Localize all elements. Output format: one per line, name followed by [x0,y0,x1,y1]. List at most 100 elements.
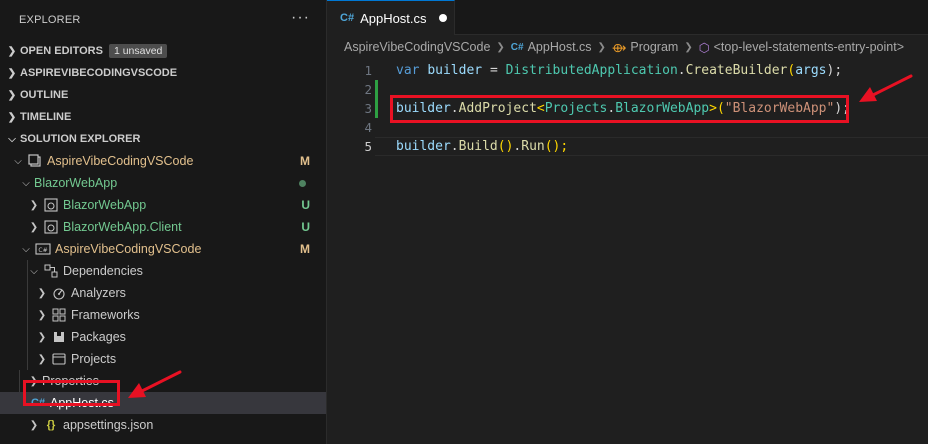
tree-item-frameworks[interactable]: ❯ Frameworks [0,304,326,326]
section-label: TIMELINE [20,111,72,123]
code-line[interactable]: 2 [327,80,928,99]
status-modified: M [300,154,310,168]
csharp-file-icon: C# [510,41,524,53]
tree-item-project-apphost[interactable]: ⌵ C# AspireVibeCodingVSCode M [0,238,326,260]
tree-item-apphost-cs[interactable]: C# AppHost.cs [0,392,326,414]
class-icon: ⟴ [611,40,627,55]
section-label: OPEN EDITORS [20,45,103,57]
line-number: 3 [364,101,372,116]
tree-item-appsettings-json[interactable]: ❯ {} appsettings.json [0,414,326,436]
chevron-right-icon: ❯ [7,45,17,57]
breadcrumb-item[interactable]: AppHost.cs [528,40,592,54]
chevron-right-icon: ❯ [7,111,17,123]
unsaved-dot-icon[interactable] [438,14,447,22]
tree-item-label: AspireVibeCodingVSCode [55,242,202,256]
code-token: AddProject [458,101,537,116]
code-token: . [450,101,459,116]
tree-item-label: BlazorWebApp [34,176,118,190]
tree-item-label: appsettings.json [63,418,154,432]
json-icon: {} [46,419,56,431]
svg-text:C#: C# [38,247,47,254]
tree-item-projects[interactable]: ❯ Projects [0,348,326,370]
code-token: > [709,101,717,116]
tree-item-label: Properties [42,374,99,388]
chevron-right-icon: ❯ [37,287,47,299]
tree-item-label: Projects [71,352,117,366]
more-actions-icon[interactable]: ··· [291,9,310,27]
code-line[interactable]: 4 [327,118,928,137]
section-workspace[interactable]: ❯ ASPIREVIBECODINGVSCODE [0,62,326,84]
code-token: "BlazorWebApp" [724,101,835,116]
code-line[interactable]: 1 var builder = DistributedApplication. C… [327,61,928,80]
chevron-right-icon: ❯ [37,353,47,365]
chevron-down-icon: ⌵ [30,265,38,277]
git-added-marker [375,80,378,99]
tree-item-label: AppHost.cs [50,396,114,410]
git-added-marker [375,99,378,118]
web-project-icon [42,198,60,212]
code-token: . [607,101,616,116]
chevron-right-icon: ❯ [29,221,39,233]
status-untracked: U [301,198,310,212]
chevron-right-icon: ❯ [29,419,39,431]
code-line-current[interactable]: 5 builder. Build(). Run (); [327,137,928,156]
explorer-title: EXPLORER [0,0,326,40]
projects-icon [50,352,68,366]
status-modified: M [300,242,310,256]
tree-item-analyzers[interactable]: ❯ Analyzers [0,282,326,304]
code-token: . [677,63,686,78]
method-icon: ⬡ [698,40,710,55]
tree-item-project-blazorwebapp[interactable]: ❯ BlazorWebApp U [0,194,326,216]
chevron-right-icon: ❯ [37,309,47,321]
breadcrumb-item[interactable]: <top-level-statements-entry-point> [714,40,904,54]
code-line[interactable]: 3 builder. AddProject < Projects. BlazorWebA… [327,99,928,118]
chevron-right-icon: ❯ [29,199,39,211]
section-open-editors[interactable]: ❯ OPEN EDITORS 1 unsaved [0,40,326,62]
status-dot-icon [299,176,306,190]
tree-item-label: Analyzers [71,286,126,300]
code-token: < [536,101,545,116]
section-timeline[interactable]: ❯ TIMELINE [0,106,326,128]
tree-item-dependencies[interactable]: ⌵ Dependencies [0,260,326,282]
code-token: BlazorWebApp [615,101,710,116]
code-token: = [489,63,498,78]
tree-item-label: Packages [71,330,126,344]
tree-item-label: AspireVibeCodingVSCode [47,154,194,168]
tree-item-properties[interactable]: ❯ Properties [0,370,326,392]
tab-apphost-cs[interactable]: C# AppHost.cs [327,0,455,35]
breadcrumb: AspireVibeCodingVSCode ❯ C# AppHost.cs ❯… [327,35,928,59]
current-line-highlight [375,137,928,156]
code-token: ( [716,101,725,116]
breadcrumb-item[interactable]: AspireVibeCodingVSCode [344,40,490,54]
csharp-project-icon: C# [34,242,52,256]
status-untracked: U [301,220,310,234]
tree-item-packages[interactable]: ❯ Packages [0,326,326,348]
tab-bar: C# AppHost.cs [327,0,928,35]
tree-item-solution[interactable]: ⌵ AspireVibeCodingVSCode M [0,150,326,172]
editor-area: C# AppHost.cs AspireVibeCodingVSCode ❯ C… [327,0,928,444]
tree-item-project-blazorwebapp-client[interactable]: ❯ BlazorWebApp.Client U [0,216,326,238]
unsaved-badge: 1 unsaved [108,44,168,58]
section-solution-explorer[interactable]: ⌵ SOLUTION EXPLORER [0,128,326,150]
tree-item-folder-blazorwebapp[interactable]: ⌵ BlazorWebApp [0,172,326,194]
code-token: ( [787,63,796,78]
section-outline[interactable]: ❯ OUTLINE [0,84,326,106]
tab-label: AppHost.cs [360,10,427,26]
code-token: builder [427,63,483,78]
chevron-right-icon: ❯ [496,41,505,53]
code-token: DistributedApplication [505,63,678,78]
indent-guide [27,326,28,348]
code-token: ); [826,63,843,78]
analyzer-icon [50,286,68,300]
chevron-right-icon: ❯ [7,89,17,101]
breadcrumb-item[interactable]: Program [630,40,678,54]
code-token: Projects [544,101,608,116]
line-number: 1 [364,63,372,78]
tree-item-label: Dependencies [63,264,143,278]
chevron-down-icon: ⌵ [14,155,22,167]
explorer-sidebar: EXPLORER ··· ❯ OPEN EDITORS 1 unsaved ❯ … [0,0,327,444]
indent-guide [27,282,28,304]
code-editor[interactable]: 1 var builder = DistributedApplication. C… [327,61,928,156]
package-icon [50,330,68,344]
frameworks-icon [50,308,68,322]
